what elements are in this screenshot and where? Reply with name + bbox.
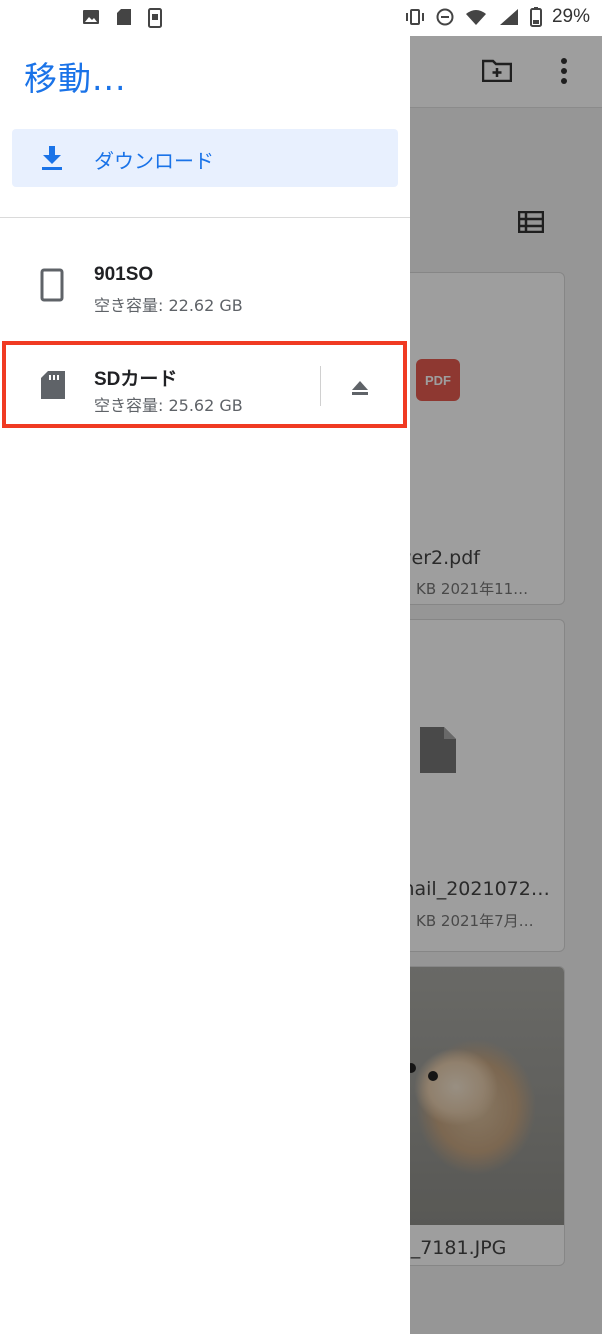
status-bar: 29% (0, 0, 602, 36)
download-label: ダウンロード (94, 149, 214, 173)
phone-icon (40, 268, 64, 302)
divider (0, 217, 410, 218)
storage-name: 901SO (94, 264, 154, 285)
sd-card-icon (117, 9, 131, 25)
storage-item-internal[interactable]: 901SO 空き容量: 22.62 GB (0, 244, 410, 330)
image-icon (83, 10, 99, 24)
move-drawer: 移動... ダウンロード 901SO 空き容量: 22.62 GB SDカード … (0, 0, 410, 1334)
wifi-icon (465, 10, 486, 25)
drawer-title: 移動... (24, 59, 127, 98)
download-icon (42, 146, 62, 170)
highlight-annotation (2, 341, 407, 428)
signal-icon (499, 9, 518, 25)
vibrate-icon (405, 9, 424, 25)
cast-icon (148, 8, 162, 28)
dnd-icon (436, 8, 454, 26)
download-item[interactable]: ダウンロード (12, 129, 398, 187)
battery-icon (529, 7, 542, 27)
storage-free-space: 空き容量: 22.62 GB (94, 296, 243, 315)
battery-percent: 29% (551, 6, 590, 27)
